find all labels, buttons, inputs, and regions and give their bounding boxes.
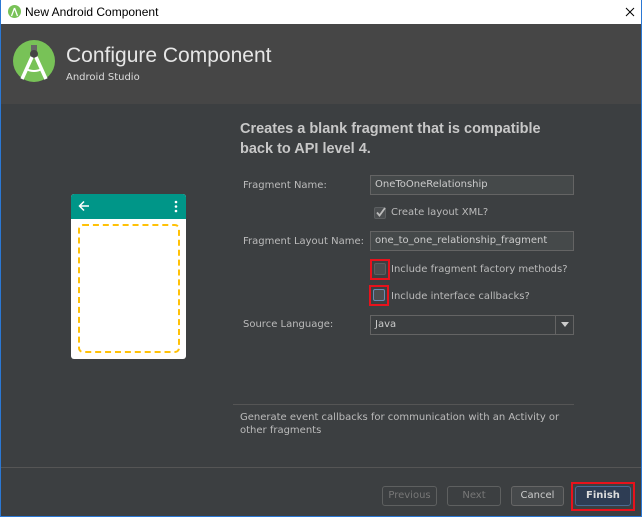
factory-methods-label: Include fragment factory methods?: [391, 264, 568, 275]
layout-name-label: Fragment Layout Name:: [243, 236, 364, 247]
fragment-placeholder: [78, 224, 180, 353]
next-button[interactable]: Next: [447, 486, 501, 506]
divider: [233, 404, 574, 405]
preview-toolbar: [71, 194, 186, 219]
source-language-label: Source Language:: [243, 319, 334, 330]
header: Configure Component Android Studio: [0, 24, 642, 104]
create-layout-label: Create layout XML?: [391, 207, 489, 218]
field-description: Generate event callbacks for communicati…: [240, 412, 560, 436]
close-icon[interactable]: [625, 7, 635, 17]
page-subtitle: Android Studio: [66, 72, 140, 83]
layout-name-input[interactable]: one_to_one_relationship_fragment: [370, 231, 574, 251]
create-layout-checkbox[interactable]: [374, 207, 386, 219]
check-icon: [376, 207, 386, 217]
fragment-name-input[interactable]: OneToOneRelationship: [370, 175, 574, 195]
source-language-value: Java: [375, 319, 397, 330]
title-bar: New Android Component: [0, 0, 642, 24]
interface-callbacks-checkbox[interactable]: [373, 289, 385, 301]
previous-button[interactable]: Previous: [382, 486, 437, 506]
fragment-preview: [71, 194, 186, 359]
android-studio-icon: [8, 5, 21, 18]
more-vert-icon: [174, 200, 178, 213]
cancel-button[interactable]: Cancel: [511, 486, 564, 506]
window-title: New Android Component: [25, 5, 159, 19]
dropdown-button[interactable]: [555, 316, 573, 334]
android-studio-logo: [13, 40, 55, 82]
factory-methods-checkbox[interactable]: [374, 263, 386, 275]
source-language-select[interactable]: Java: [370, 315, 574, 335]
footer-divider: [1, 467, 641, 468]
page-title: Configure Component: [66, 44, 272, 67]
arrow-left-icon: [78, 200, 89, 212]
template-description-heading: Creates a blank fragment that is compati…: [240, 121, 541, 157]
interface-callbacks-label: Include interface callbacks?: [391, 291, 530, 302]
chevron-down-icon: [561, 322, 569, 327]
finish-button[interactable]: Finish: [575, 486, 631, 506]
fragment-name-label: Fragment Name:: [243, 180, 327, 191]
